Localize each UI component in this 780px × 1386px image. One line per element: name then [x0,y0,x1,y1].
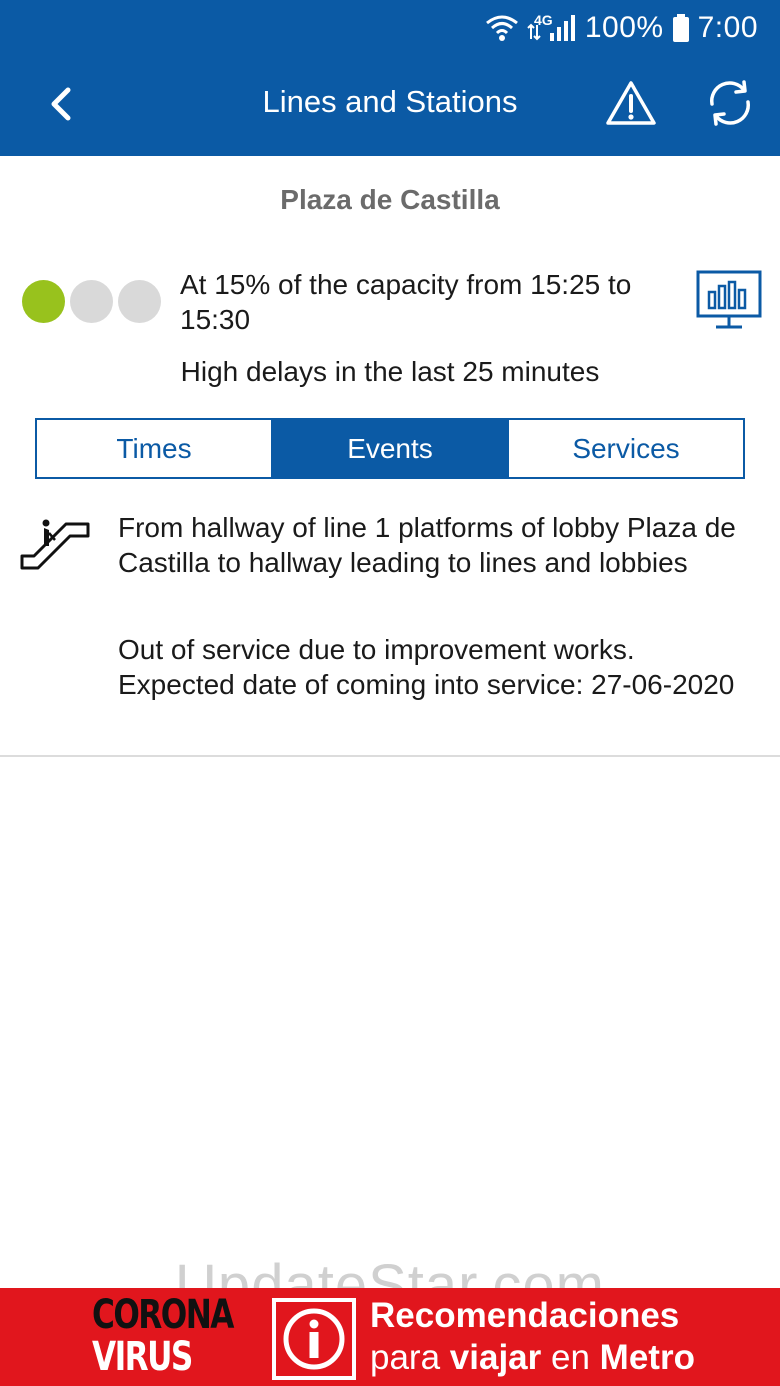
wifi-icon [485,13,519,43]
status-bar: 4G 100% 7:00 [0,0,780,56]
bar-chart-monitor-icon [696,270,762,334]
refresh-icon [704,78,756,133]
capacity-text: At 15% of the capacity from 15:25 to 15:… [180,269,632,335]
data-arrows-icon [527,13,541,43]
info-icon [272,1298,356,1380]
alerts-button[interactable] [600,76,662,134]
banner-subtitle: para viajar en Metro [370,1338,695,1378]
tab-bar: Times Events Services [35,418,745,479]
signal-icon [549,13,577,43]
banner-corona-line2: VIRUS [92,1334,193,1380]
escalator-icon [18,518,92,572]
banner-title: Recomendaciones [370,1296,680,1335]
banner-subtitle-bold2: Metro [599,1338,695,1377]
capacity-dot [118,280,161,323]
banner-corona-line1: CORONA [92,1292,234,1338]
tab-times[interactable]: Times [37,420,271,477]
clock: 7:00 [697,11,758,44]
battery-icon [672,13,690,43]
capacity-dot [70,280,113,323]
divider [0,755,780,757]
page-title: Lines and Stations [262,84,518,119]
app-header: 4G 100% 7:00 Lines and Stations [0,0,780,156]
delay-text: High delays in the last 25 minutes [180,356,600,387]
toolbar: Lines and Stations [0,56,780,156]
event-description: Out of service due to improvement works.… [118,634,735,700]
banner-subtitle-bold1: viajar [449,1338,542,1377]
battery-percent: 100% [584,11,664,44]
capacity-dot [22,280,65,323]
refresh-button[interactable] [698,76,762,134]
banner-subtitle-mid: en [551,1338,590,1377]
capacity-indicator [22,280,161,323]
event-location: From hallway of line 1 platforms of lobb… [118,512,736,578]
banner-corona-logo: CORONA VIRUS [92,1292,234,1380]
tab-events[interactable]: Events [271,420,507,477]
banner-subtitle-prefix: para [370,1338,441,1377]
station-name: Plaza de Castilla [280,184,500,215]
tab-services[interactable]: Services [507,420,743,477]
warning-triangle-icon [605,79,657,132]
statistics-button[interactable] [696,270,762,330]
